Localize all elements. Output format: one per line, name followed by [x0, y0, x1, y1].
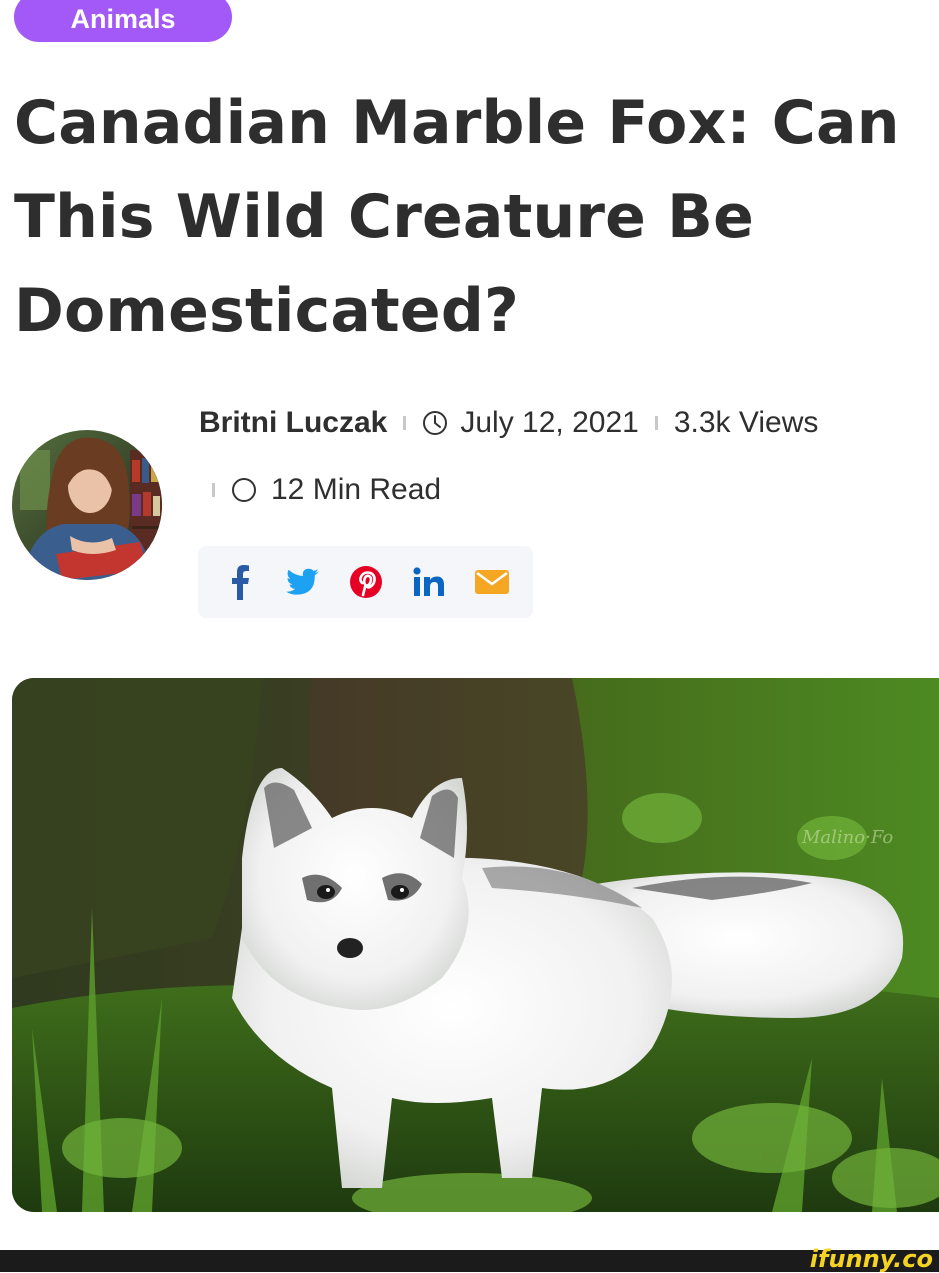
article-meta-primary: Britni Luczak July 12, 2021 3.3k Views: [199, 406, 818, 440]
publish-date: July 12, 2021: [460, 406, 639, 439]
category-label: Animals: [70, 3, 176, 34]
circle-icon: [231, 477, 257, 503]
read-time: 12 Min Read: [271, 473, 442, 506]
meta-divider: [403, 416, 407, 430]
pinterest-icon: [350, 566, 382, 598]
author-name[interactable]: Britni Luczak: [199, 406, 387, 440]
hero-image: Malino·Fo: [12, 678, 939, 1212]
article-title: Canadian Marble Fox: Can This Wild Creat…: [14, 88, 900, 346]
article-meta-secondary: 12 Min Read: [198, 473, 441, 507]
email-icon: [475, 570, 509, 594]
pinterest-share-button[interactable]: [344, 558, 388, 606]
facebook-share-button[interactable]: [218, 558, 262, 606]
footer-bar: [0, 1250, 939, 1272]
twitter-share-button[interactable]: [281, 558, 325, 606]
view-count: 3.3k Views: [673, 406, 819, 439]
facebook-icon: [232, 565, 249, 600]
email-share-button[interactable]: [470, 558, 514, 606]
linkedin-share-button[interactable]: [407, 558, 451, 606]
linkedin-icon: [413, 567, 444, 596]
marble-fox-photo: Malino·Fo: [12, 678, 939, 1212]
meta-divider: [212, 483, 215, 497]
category-badge[interactable]: Animals: [14, 0, 232, 42]
svg-text:Malino·Fo: Malino·Fo: [801, 827, 893, 848]
watermark-text: ifunny.co: [809, 1245, 933, 1273]
author-avatar[interactable]: [12, 430, 162, 580]
twitter-icon: [286, 568, 319, 595]
avatar-photo: [12, 430, 162, 580]
share-bar: [198, 546, 533, 618]
meta-divider: [654, 416, 658, 430]
clock-icon: [422, 410, 448, 436]
